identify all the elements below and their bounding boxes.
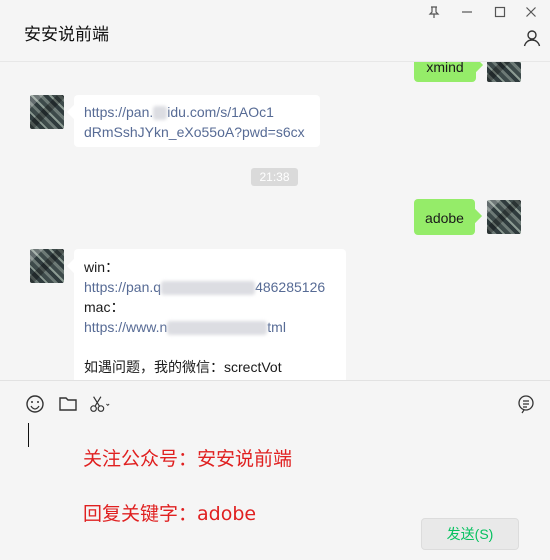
timestamp: 21:38 [251, 168, 298, 186]
message-list[interactable]: xmind https://pan. idu.com/s/1AOc1 dRmSsh… [0, 62, 550, 380]
maximize-icon[interactable] [489, 4, 511, 20]
chat-history-icon[interactable] [515, 393, 537, 415]
promo-line-2: 回复关键字：adobe [83, 503, 257, 525]
message-text: xmind [426, 62, 464, 75]
avatar-self[interactable] [487, 200, 521, 234]
promo-line-1: 关注公众号：安安说前端 [83, 448, 293, 470]
message-text: mac： [84, 299, 125, 315]
scissors-icon[interactable] [89, 393, 111, 415]
emoji-icon[interactable] [24, 393, 46, 415]
message-bubble-self[interactable]: xmind [414, 62, 476, 82]
redaction-blur [153, 106, 168, 121]
message-text: win： [84, 259, 120, 275]
text-cursor [28, 423, 29, 447]
avatar-contact[interactable] [30, 249, 64, 283]
chat-title: 安安说前端 [24, 25, 109, 45]
compose-area[interactable]: 关注公众号：安安说前端 回复关键字：adobe 发送(S) [0, 380, 550, 560]
title-bar: 安安说前端 [0, 0, 550, 62]
avatar-contact[interactable] [30, 95, 64, 129]
message-link[interactable]: https://pan.q 486285126 [84, 277, 336, 297]
message-bubble-contact[interactable]: https://pan. idu.com/s/1AOc1 dRmSshJYkn_e… [74, 95, 320, 147]
message-link[interactable]: https://www.n tml [84, 317, 336, 337]
profile-icon[interactable] [522, 28, 542, 48]
pin-icon[interactable] [423, 4, 445, 20]
close-icon[interactable] [520, 4, 542, 20]
message-text: adobe [425, 210, 464, 226]
redaction-blur [161, 281, 256, 296]
message-link[interactable]: dRmSshJYkn_eXo55oA?pwd=s6cx [84, 122, 310, 142]
message-bubble-self[interactable]: adobe [414, 199, 475, 235]
message-text: 如遇问题，我的微信：screctVot [84, 359, 282, 375]
send-button[interactable]: 发送(S) [421, 518, 519, 550]
message-bubble-contact[interactable]: win： https://pan.q 486285126 mac： https:/… [74, 249, 346, 380]
message-link[interactable]: https://pan. idu.com/s/1AOc1 [84, 102, 310, 122]
avatar-self[interactable] [487, 62, 521, 82]
minimize-icon[interactable] [456, 4, 478, 20]
folder-icon[interactable] [57, 393, 79, 415]
redaction-blur [167, 321, 268, 336]
